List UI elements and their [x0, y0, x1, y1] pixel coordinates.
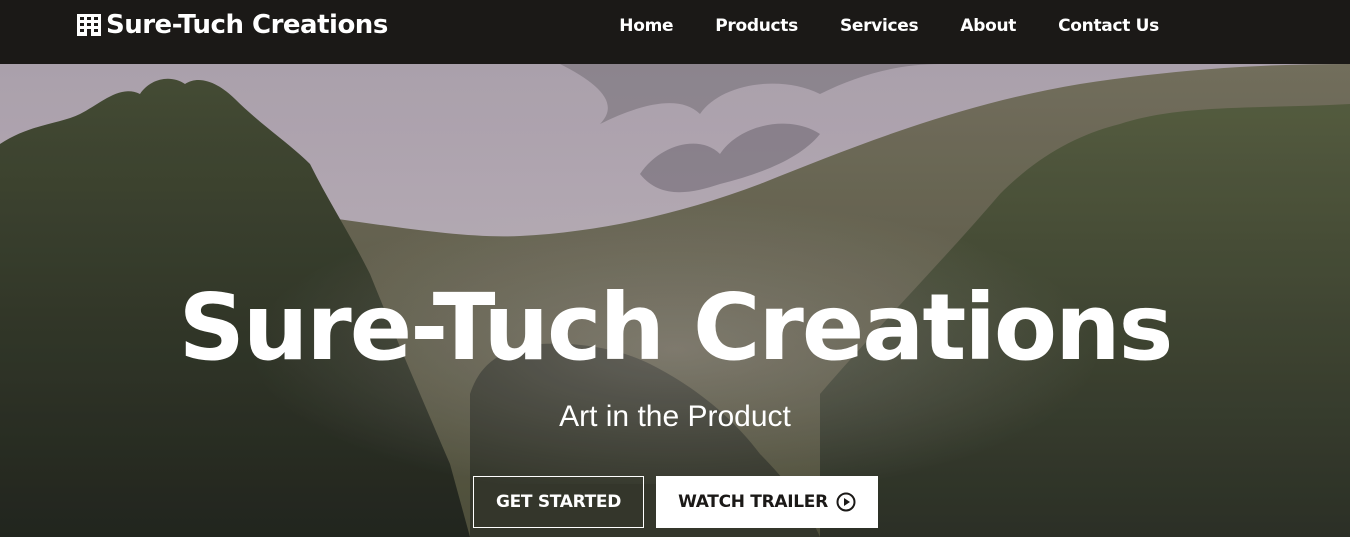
play-circle-icon: [836, 492, 856, 512]
get-started-label: GET STARTED: [495, 492, 622, 512]
nav-products[interactable]: Products: [694, 14, 819, 38]
nav-about[interactable]: About: [939, 14, 1037, 38]
nav-services[interactable]: Services: [819, 14, 939, 38]
watch-trailer-button[interactable]: WATCH TRAILER: [656, 476, 878, 528]
main-nav: Home Products Services About Contact Us: [598, 14, 1180, 38]
watch-trailer-label: WATCH TRAILER: [678, 492, 828, 512]
get-started-button[interactable]: GET STARTED: [473, 476, 644, 528]
nav-contact-us[interactable]: Contact Us: [1037, 14, 1180, 38]
hero-section: Sure-Tuch Creations Art in the Product G…: [0, 64, 1350, 537]
navbar: Sure-Tuch Creations Home Products Servic…: [0, 0, 1350, 64]
hero-title: Sure-Tuch Creations: [178, 274, 1174, 381]
building-icon: [76, 13, 102, 37]
hero-subtitle: Art in the Product: [559, 400, 791, 433]
brand-name: Sure-Tuch Creations: [106, 10, 388, 40]
nav-home[interactable]: Home: [598, 14, 694, 38]
brand-logo-link[interactable]: Sure-Tuch Creations: [76, 6, 388, 44]
